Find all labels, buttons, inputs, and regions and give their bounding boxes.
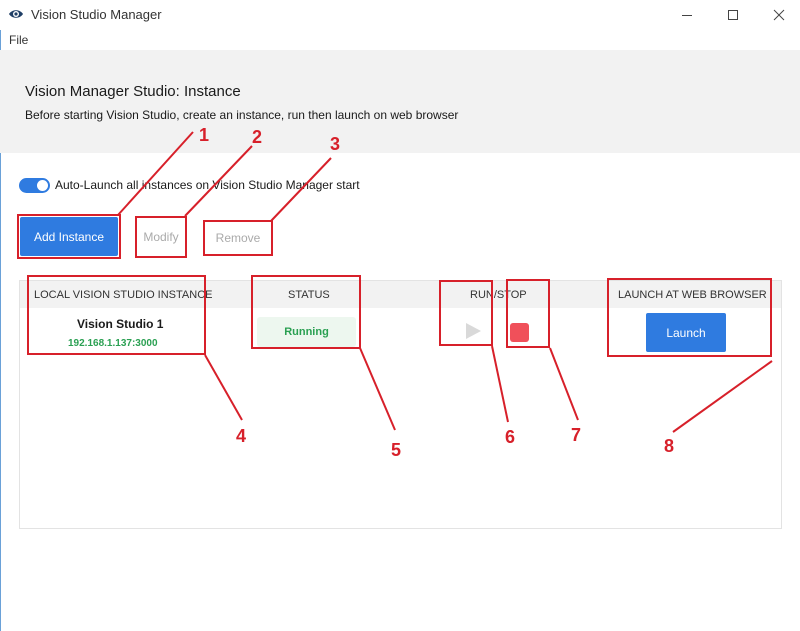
title-bar: Vision Studio Manager [0, 0, 800, 30]
close-button[interactable] [756, 0, 800, 30]
toggle-knob [37, 180, 48, 191]
annotation-number-4: 4 [236, 426, 247, 446]
page-title: Vision Manager Studio: Instance [25, 83, 241, 100]
maximize-button[interactable] [710, 0, 756, 30]
window-title: Vision Studio Manager [31, 7, 162, 22]
annotation-box-8 [607, 278, 772, 357]
annotation-box-7 [506, 279, 550, 348]
annotation-box-3 [203, 220, 273, 256]
annotation-box-5 [251, 275, 361, 349]
menu-file[interactable]: File [9, 33, 28, 47]
menu-bar: File [0, 30, 800, 50]
page-header: Vision Manager Studio: Instance Before s… [0, 50, 800, 153]
annotation-box-2 [135, 216, 187, 258]
minimize-icon [682, 15, 692, 16]
annotation-number-6: 6 [505, 427, 516, 447]
page-subtitle: Before starting Vision Studio, create an… [25, 108, 459, 122]
maximize-icon [728, 10, 738, 20]
annotation-number-5: 5 [391, 440, 402, 460]
annotation-box-1 [17, 214, 121, 259]
auto-launch-label: Auto-Launch all instances on Vision Stud… [55, 178, 360, 192]
annotation-number-8: 8 [664, 436, 675, 456]
eye-logo-icon [9, 10, 23, 18]
minimize-button[interactable] [664, 0, 710, 30]
close-icon [773, 9, 785, 21]
auto-launch-toggle[interactable] [19, 178, 50, 193]
annotation-box-4 [27, 275, 206, 355]
annotation-number-3: 3 [330, 134, 341, 154]
annotation-box-6 [439, 280, 493, 346]
annotation-number-2: 2 [252, 127, 263, 147]
annotation-number-1: 1 [199, 125, 210, 145]
annotation-number-7: 7 [571, 425, 582, 445]
